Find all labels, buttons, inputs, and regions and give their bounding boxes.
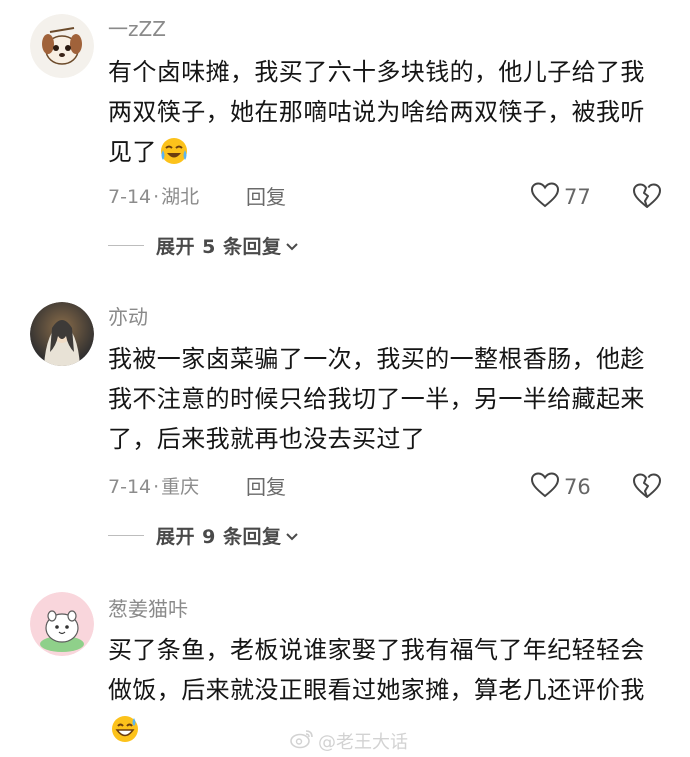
comment-date: 7-14	[108, 476, 152, 498]
meta-separator: ·	[153, 186, 160, 208]
grinning-sweat-emoji-icon	[110, 714, 140, 744]
comment-meta: 7-14 · 湖北	[108, 183, 199, 211]
username[interactable]: 一zZZ	[108, 17, 166, 41]
like-button[interactable]: 76	[530, 471, 591, 503]
chevron-down-icon	[285, 238, 299, 252]
divider-line	[108, 244, 144, 246]
dislike-broken-heart-icon[interactable]	[632, 471, 662, 501]
comment-text-content: 买了条鱼，老板说谁家娶了我有福气了年纪轻轻会做饭，后来就没正眼看过她家摊，算老几…	[108, 636, 645, 704]
comment-text: 有个卤味摊，我买了六十多块钱的，他儿子给了我两双筷子，她在那嘀咕说为啥给两双筷子…	[108, 52, 668, 172]
comment-location: 重庆	[161, 476, 200, 498]
heart-icon	[530, 181, 560, 213]
like-count: 77	[564, 185, 591, 209]
comment-text: 我被一家卤菜骗了一次，我买的一整根香肠，他趁我不注意的时候只给我切了一半，另一半…	[108, 339, 668, 459]
crying-laughing-emoji-icon	[159, 136, 189, 166]
watermark-text: @老王大话	[318, 732, 408, 753]
weibo-logo-icon	[290, 729, 314, 753]
divider-line	[108, 534, 144, 536]
username[interactable]: 亦动	[108, 305, 148, 329]
reply-button[interactable]: 回复	[246, 473, 286, 501]
username[interactable]: 葱姜猫咔	[108, 597, 188, 621]
like-count: 76	[564, 475, 591, 499]
comment-date: 7-14	[108, 186, 152, 208]
comment-location: 湖北	[161, 186, 200, 208]
reply-button[interactable]: 回复	[246, 183, 286, 211]
expand-replies-button[interactable]: 展开 5 条回复	[108, 230, 299, 260]
meta-separator: ·	[153, 476, 160, 498]
comment-text-content: 我被一家卤菜骗了一次，我买的一整根香肠，他趁我不注意的时候只给我切了一半，另一半…	[108, 345, 645, 453]
expand-replies-button[interactable]: 展开 9 条回复	[108, 520, 299, 550]
avatar[interactable]	[30, 592, 94, 656]
heart-icon	[530, 471, 560, 503]
watermark: @老王大话	[290, 727, 408, 755]
chevron-down-icon	[285, 528, 299, 542]
expand-replies-label: 展开 9 条回复	[156, 525, 282, 548]
avatar[interactable]	[30, 14, 94, 78]
like-button[interactable]: 77	[530, 181, 591, 213]
comment-meta: 7-14 · 重庆	[108, 473, 199, 501]
dislike-broken-heart-icon[interactable]	[632, 181, 662, 211]
expand-replies-label: 展开 5 条回复	[156, 235, 282, 258]
avatar[interactable]	[30, 302, 94, 366]
